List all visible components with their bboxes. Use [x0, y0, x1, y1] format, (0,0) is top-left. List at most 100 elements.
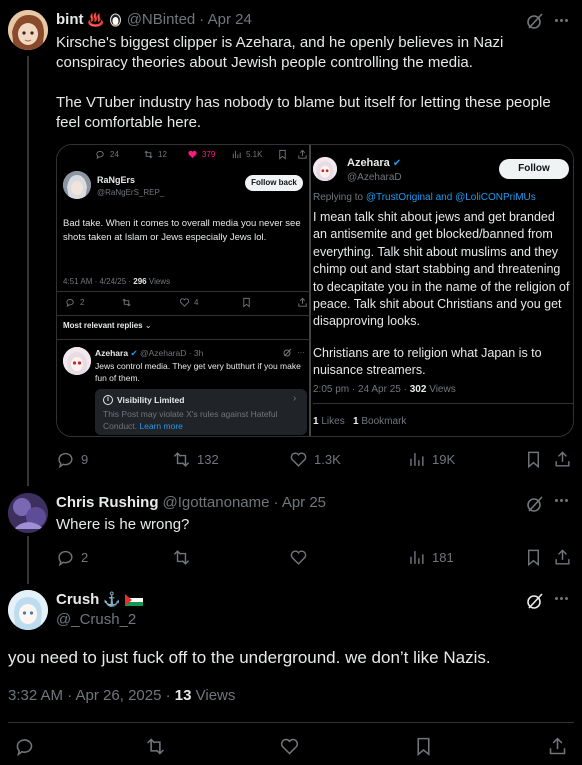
reply-count: 9 — [81, 452, 89, 467]
bookmark-button[interactable] — [524, 548, 543, 567]
author-handle: @RaNgErS_REP_ — [97, 188, 165, 197]
grok-icon[interactable] — [526, 12, 544, 30]
share-button[interactable] — [553, 548, 572, 567]
heart-icon — [290, 452, 307, 467]
avatar[interactable] — [8, 493, 48, 533]
more-icon: ··· — [297, 348, 305, 357]
thread-line — [27, 536, 29, 584]
info-icon: i — [103, 395, 113, 405]
repost-icon: 12 — [143, 149, 167, 160]
share-icon — [549, 737, 566, 755]
divider — [57, 315, 311, 316]
handle[interactable]: @NBinted — [127, 11, 196, 28]
divider — [313, 403, 573, 404]
penguin-icon — [108, 12, 123, 27]
likes-count: 1 — [313, 416, 319, 427]
share-icon — [297, 297, 308, 308]
display-name[interactable]: bint — [56, 11, 84, 28]
author-name: RaNgErs — [97, 175, 136, 185]
bookmark-button[interactable] — [413, 736, 434, 757]
view-count: 13 — [174, 687, 192, 704]
repost-button[interactable]: 132 — [172, 450, 219, 469]
like-button[interactable] — [289, 548, 308, 567]
thread-line — [27, 56, 29, 486]
embed-left-panel: 24 12 379 5.1K RaNgErs @RaNgErS_REP_ Fol… — [57, 145, 311, 436]
post-timestamp[interactable]: 3:32 AM · Apr 26, 2025 · — [8, 687, 171, 704]
bookmark-icon — [528, 549, 539, 567]
tweet-text: The VTuber industry has nobody to blame … — [56, 94, 551, 131]
handle[interactable]: @_Crush_2 — [56, 611, 136, 628]
tweet-text: Kirsche's biggest clipper is Azehara, an… — [56, 34, 504, 71]
repost-icon — [147, 738, 164, 755]
visibility-limited-box: i Visibility Limited › This Post may vio… — [95, 389, 307, 435]
avatar — [63, 171, 91, 199]
share-button[interactable] — [553, 450, 572, 469]
more-icon[interactable] — [555, 597, 568, 600]
avatar[interactable] — [8, 590, 48, 630]
likes-label: Likes — [321, 416, 345, 427]
view-count: 181 — [432, 550, 454, 565]
repost-icon — [173, 452, 190, 467]
bookmark-icon — [417, 737, 430, 757]
hot-springs-icon: ♨️ — [87, 11, 104, 27]
embed-right-panel: Azehara ✔ @AzeharaD Follow Replying to @… — [313, 145, 573, 436]
views-icon — [410, 453, 424, 466]
grok-icon — [283, 348, 292, 357]
embed-views-count: 296 — [133, 277, 147, 286]
repost-button[interactable] — [172, 548, 191, 567]
avatar[interactable] — [8, 10, 48, 50]
reply-button[interactable]: 9 — [56, 450, 88, 469]
views-icon — [410, 551, 424, 564]
like-button[interactable]: 1.3K — [289, 450, 341, 469]
bookmark-icon — [528, 451, 539, 469]
tweet-image[interactable]: 24 12 379 5.1K RaNgErs @RaNgErS_REP_ Fol… — [56, 144, 574, 437]
share-icon — [555, 451, 570, 467]
divider — [57, 339, 311, 340]
bookmarks-label: Bookmark — [361, 416, 407, 427]
handle[interactable]: @Igottanoname — [163, 494, 270, 511]
repost-count: 132 — [197, 452, 219, 467]
avatar — [313, 157, 337, 181]
grok-icon[interactable] — [526, 495, 544, 513]
share-button[interactable] — [547, 736, 568, 757]
grok-icon[interactable] — [526, 592, 544, 610]
replying-to-handles: @TrustOriginal and @LoliCONPriMUs — [365, 192, 536, 203]
follow-button: Follow — [499, 159, 569, 179]
more-icon[interactable] — [555, 15, 573, 25]
tweet-text: you need to just fuck off to the undergr… — [8, 648, 491, 667]
bookmark-button[interactable] — [524, 450, 543, 469]
heart-icon — [280, 738, 299, 755]
bookmark-icon — [277, 149, 288, 160]
author-name: Azehara — [347, 157, 390, 169]
flag-icon — [124, 593, 143, 606]
like-count: 1.3K — [314, 452, 341, 467]
embed-post-text: Christians are to religion what Japan is… — [313, 346, 542, 378]
like-icon: 379 — [187, 149, 215, 160]
heart-icon — [290, 550, 307, 565]
more-icon[interactable] — [555, 499, 568, 502]
repost-button[interactable] — [145, 736, 166, 757]
reply-button[interactable]: 2 — [56, 548, 88, 567]
reply-count: 2 — [81, 550, 89, 565]
like-button[interactable] — [279, 736, 300, 757]
views-button[interactable]: 19K — [407, 450, 455, 469]
views-button[interactable]: 181 — [407, 548, 454, 567]
reply-icon — [58, 452, 73, 469]
visibility-text: This Post may violate X's rules against … — [103, 409, 278, 431]
display-name[interactable]: Chris Rushing — [56, 494, 159, 511]
embed-time: 4:51 AM · 4/24/25 · — [63, 277, 132, 286]
repost-icon — [173, 550, 190, 565]
view-count: 19K — [432, 452, 456, 467]
timestamp[interactable]: · Apr 24 — [199, 11, 252, 28]
chevron-right-icon: › — [293, 393, 297, 404]
embed-post-text: I mean talk shit about jews and get bran… — [313, 210, 570, 329]
chevron-down-icon: ⌄ — [144, 321, 152, 330]
display-name[interactable]: Crush — [56, 591, 99, 608]
learn-more-link: Learn more — [139, 421, 183, 431]
reply-button[interactable] — [14, 736, 35, 757]
reply-icon — [58, 550, 73, 567]
embed-views-label: Views — [429, 384, 456, 395]
timestamp[interactable]: · Apr 25 — [273, 494, 326, 511]
replying-to-label: Replying to — [313, 192, 364, 203]
reply-author-name: Azehara — [95, 348, 129, 358]
